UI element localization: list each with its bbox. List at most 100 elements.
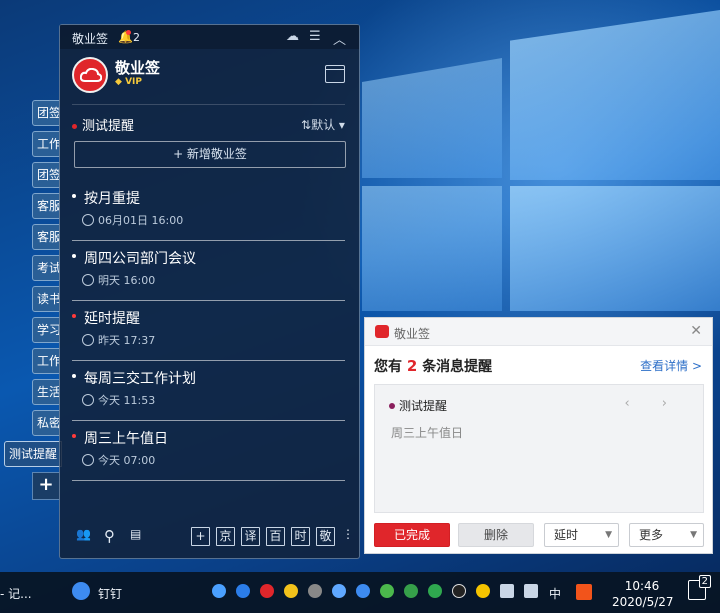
clock[interactable]: 10:46 2020/5/27 bbox=[612, 578, 674, 610]
sogou-icon[interactable] bbox=[576, 584, 592, 600]
toolbar-button[interactable]: 时 bbox=[291, 527, 310, 546]
category-tab[interactable]: 客服 bbox=[32, 193, 60, 219]
sync-icon[interactable] bbox=[212, 584, 226, 598]
cloud-tray-icon[interactable] bbox=[260, 584, 274, 598]
note-time-text: 06月01日 16:00 bbox=[98, 214, 184, 227]
shield-icon[interactable] bbox=[428, 584, 442, 598]
message-card: 测试提醒 ‹ › 周三上午值日 bbox=[374, 384, 704, 513]
app-tray-icon[interactable] bbox=[332, 584, 346, 598]
category-tab[interactable]: 工作 bbox=[32, 131, 60, 157]
close-icon[interactable]: ✕ bbox=[690, 323, 702, 339]
cloud-icon[interactable]: ☁ bbox=[286, 29, 299, 44]
taskbar: - 记... 钉钉 中 10:46 2020/5/27 2 bbox=[0, 572, 720, 613]
schedule-icon[interactable]: ▤ bbox=[130, 527, 141, 546]
category-tab[interactable]: 读书 bbox=[32, 286, 60, 312]
sort-label: 默认 bbox=[311, 118, 336, 132]
note-item[interactable]: 周四公司部门会议 明天 16:00 bbox=[72, 248, 345, 306]
category-tab[interactable]: 工作 bbox=[32, 348, 60, 374]
divider bbox=[72, 240, 345, 241]
app-tray-icon[interactable] bbox=[284, 584, 298, 598]
bullet-dot bbox=[72, 194, 76, 198]
toolbar-button[interactable]: 敬 bbox=[316, 527, 335, 546]
sort-dropdown[interactable]: ⇅默认 ▾ bbox=[301, 116, 345, 133]
note-time: 昨天 17:37 bbox=[82, 332, 155, 348]
category-tab[interactable]: 生活 bbox=[32, 379, 60, 405]
qq-icon[interactable] bbox=[452, 584, 466, 598]
avatar[interactable] bbox=[72, 57, 108, 93]
more-select[interactable]: 更多 ▼ bbox=[629, 523, 704, 547]
popup-headline: 您有 2 条消息提醒 bbox=[374, 356, 492, 376]
bell-icon[interactable]: 🔔 2 bbox=[118, 30, 140, 44]
app-tray-icon[interactable] bbox=[404, 584, 418, 598]
card-body: 周三上午值日 bbox=[391, 426, 464, 440]
category-tab[interactable]: 考试 bbox=[32, 255, 60, 281]
note-title: 每周三交工作计划 bbox=[84, 371, 196, 387]
divider bbox=[72, 480, 345, 481]
notification-icon[interactable]: 2 bbox=[688, 575, 711, 600]
menu-icon[interactable]: ☰ bbox=[309, 29, 321, 44]
vip-badge: ◆ VIP bbox=[115, 77, 142, 87]
app-tray-icon[interactable] bbox=[308, 584, 322, 598]
add-note-button[interactable]: + 新增敬业签 bbox=[74, 141, 346, 168]
volume-icon[interactable] bbox=[524, 584, 538, 598]
ime-indicator[interactable]: 中 bbox=[549, 585, 561, 602]
done-button[interactable]: 已完成 bbox=[374, 523, 450, 547]
prev-next-arrows[interactable]: ‹ › bbox=[624, 396, 681, 411]
wechat-icon[interactable] bbox=[380, 584, 394, 598]
bullet-dot bbox=[72, 434, 76, 438]
note-title: 周四公司部门会议 bbox=[84, 251, 196, 267]
calendar-icon[interactable] bbox=[325, 65, 345, 83]
category-tab[interactable]: 客服 bbox=[32, 224, 60, 250]
toolbar-button[interactable]: 译 bbox=[241, 527, 260, 546]
category-tab[interactable]: 团签 bbox=[32, 162, 60, 188]
delay-label: 延时 bbox=[554, 528, 579, 542]
app-tray-icon[interactable] bbox=[236, 584, 250, 598]
toolbar-button[interactable]: 京 bbox=[216, 527, 235, 546]
toolbar-button[interactable]: 百 bbox=[266, 527, 285, 546]
more-icon[interactable]: ⋮ bbox=[342, 527, 354, 546]
toolbar-button[interactable]: + bbox=[191, 527, 210, 546]
windows-logo-pane bbox=[362, 186, 502, 311]
notification-popup: 敬业签 ✕ 您有 2 条消息提醒 查看详情 > 测试提醒 ‹ › 周三上午值日 … bbox=[364, 317, 713, 554]
divider bbox=[72, 104, 345, 105]
note-title: 按月重提 bbox=[84, 191, 140, 207]
category-tab[interactable]: 学习 bbox=[32, 317, 60, 343]
bullet-dot bbox=[72, 374, 76, 378]
windows-logo-pane bbox=[510, 186, 720, 311]
dingding-icon[interactable] bbox=[72, 582, 90, 600]
note-title: 周三上午值日 bbox=[84, 431, 168, 447]
user-name: 敬业签 bbox=[115, 59, 161, 77]
collapse-icon[interactable]: ︿ bbox=[333, 29, 346, 48]
note-time-text: 昨天 17:37 bbox=[98, 334, 156, 347]
chevron-down-icon: ▼ bbox=[690, 530, 697, 540]
widget-title: 敬业签 bbox=[72, 32, 109, 46]
app-tray-icon[interactable] bbox=[356, 584, 370, 598]
windows-logo-pane bbox=[362, 58, 502, 178]
note-item[interactable]: 延时提醒昨天 17:37 bbox=[72, 308, 345, 366]
note-item[interactable]: 每周三交工作计划 今天 11:53 bbox=[72, 368, 345, 426]
category-tab[interactable]: 团签 bbox=[32, 100, 60, 126]
note-item[interactable]: 周三上午值日 今天 07:00 bbox=[72, 428, 345, 486]
clock-time: 10:46 bbox=[624, 579, 660, 593]
view-details-link[interactable]: 查看详情 > bbox=[640, 357, 702, 374]
category-title: 测试提醒 bbox=[72, 115, 134, 134]
bullet-dot bbox=[72, 314, 76, 318]
network-icon[interactable] bbox=[500, 584, 514, 598]
tab-active[interactable]: 测试提醒 bbox=[4, 441, 62, 467]
clock-icon bbox=[82, 214, 94, 226]
taskbar-app-notepad[interactable]: - 记... bbox=[0, 585, 32, 602]
note-item[interactable]: 按月重提 06月01日 16:00 bbox=[72, 188, 345, 246]
contacts-icon[interactable]: 👥 bbox=[76, 527, 91, 546]
add-tab-button[interactable]: + bbox=[32, 472, 60, 500]
delay-select[interactable]: 延时 ▼ bbox=[544, 523, 619, 547]
more-label: 更多 bbox=[639, 528, 664, 542]
search-icon[interactable]: ⚲ bbox=[104, 527, 115, 546]
note-title: 延时提醒 bbox=[84, 311, 140, 327]
taskbar-app-dingding[interactable]: 钉钉 bbox=[98, 585, 122, 602]
widget-titlebar: 敬业签 🔔 2 ☁ ☰ ︿ bbox=[60, 25, 359, 49]
delete-button[interactable]: 删除 bbox=[458, 523, 534, 547]
app-tray-icon[interactable] bbox=[476, 584, 490, 598]
category-tab[interactable]: 私密 bbox=[32, 410, 60, 436]
note-time: 明天 16:00 bbox=[82, 272, 155, 288]
note-time: 今天 07:00 bbox=[82, 452, 155, 468]
